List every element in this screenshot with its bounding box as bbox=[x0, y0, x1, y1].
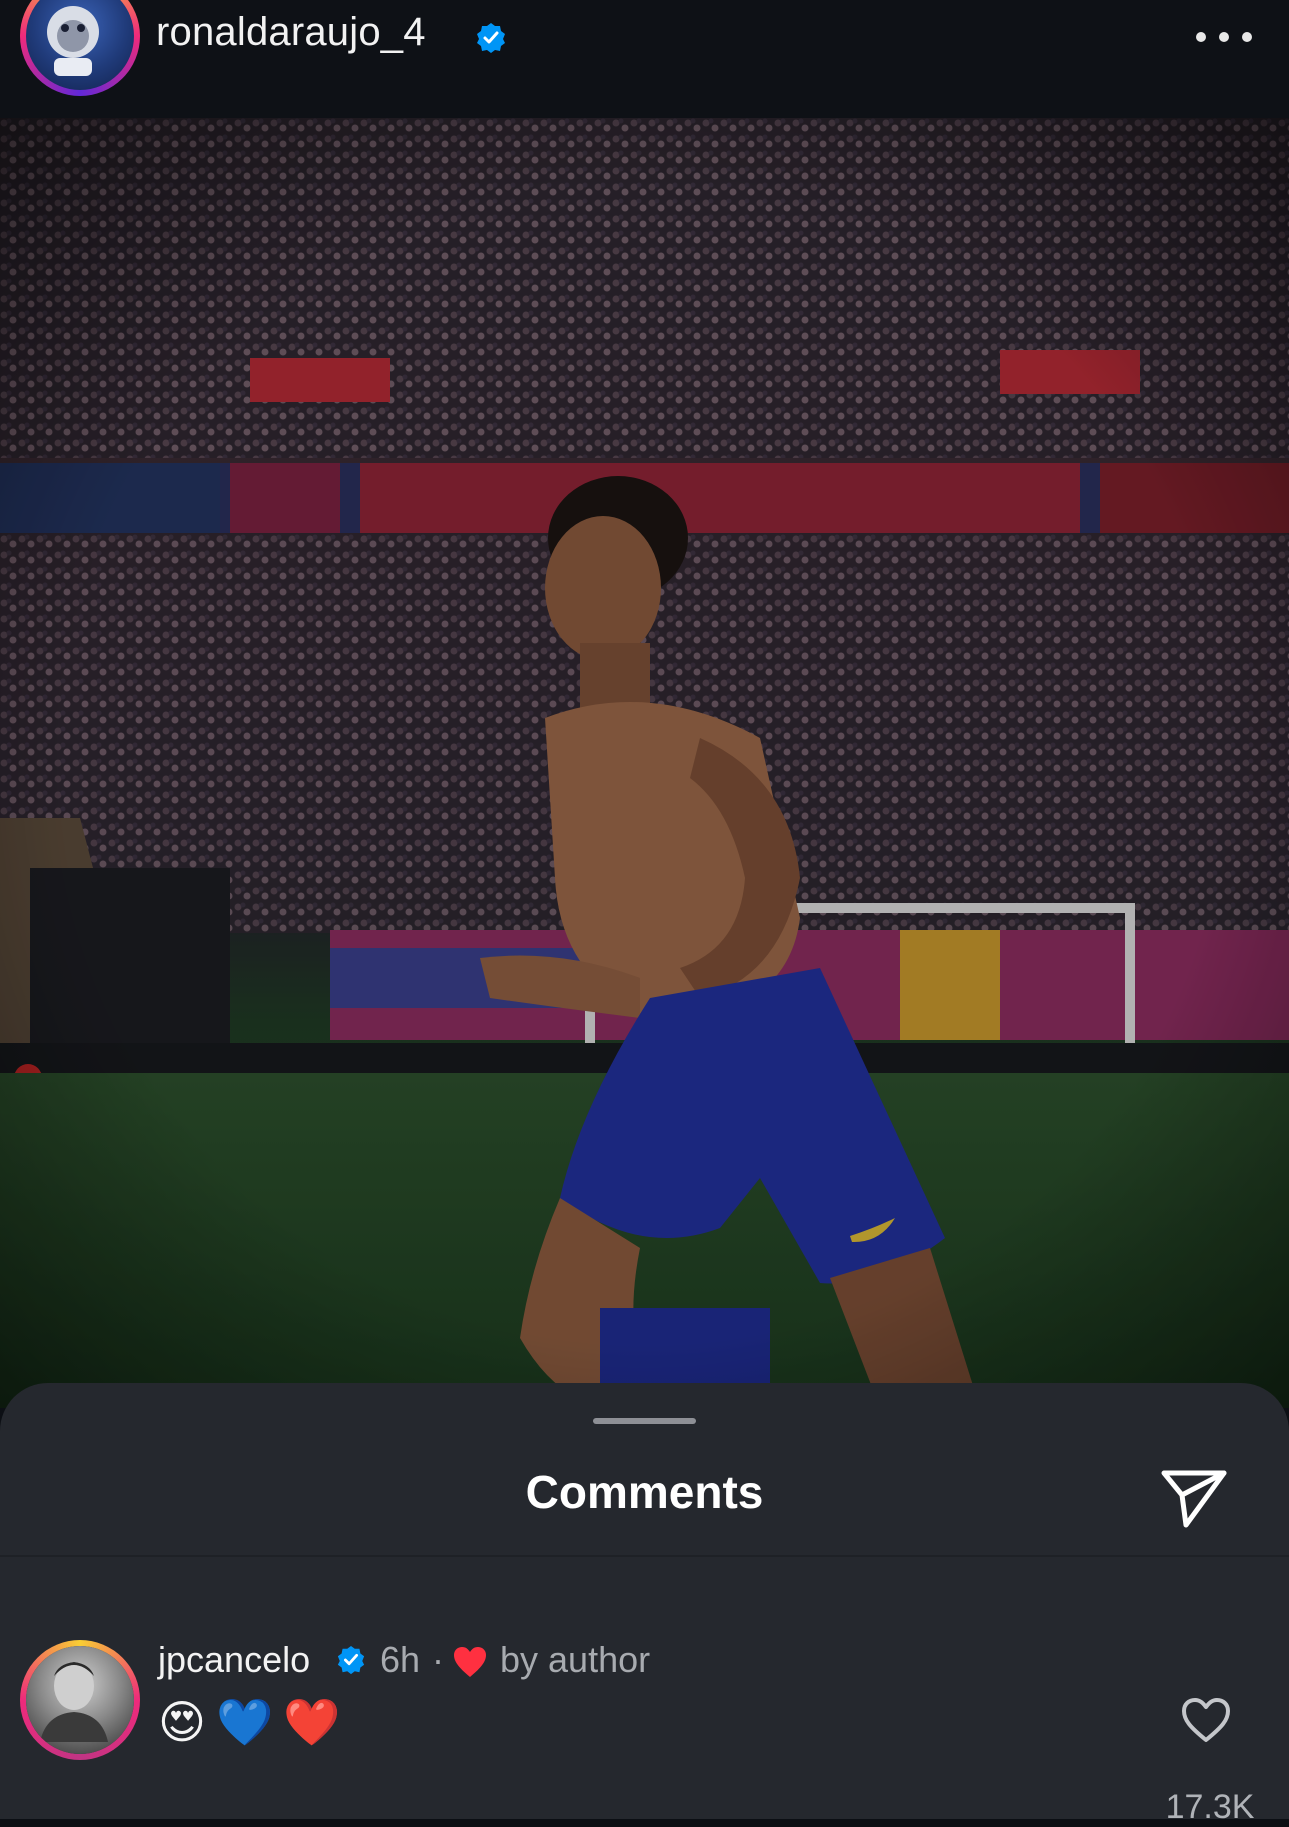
more-horizontal-icon[interactable] bbox=[1196, 22, 1252, 52]
comment-username[interactable]: jpcancelo bbox=[158, 1639, 310, 1681]
post-photo[interactable] bbox=[0, 118, 1289, 1408]
avatar-image bbox=[26, 0, 134, 90]
like-count: 17.3K bbox=[1165, 1788, 1255, 1826]
comments-title: Comments bbox=[525, 1466, 764, 1518]
more-dot bbox=[1242, 32, 1252, 42]
sheet-grabber[interactable] bbox=[593, 1418, 696, 1424]
football-player-photo bbox=[0, 118, 1289, 1408]
post-username[interactable]: ronaldaraujo_4 bbox=[156, 10, 426, 55]
more-dot bbox=[1196, 32, 1206, 42]
comment-time: 6h bbox=[380, 1639, 421, 1680]
gorilla-icon bbox=[47, 6, 99, 76]
more-dot bbox=[1219, 32, 1229, 42]
comments-sheet: Comments jpcancelo 6h · by author 😍💙❤️ 1… bbox=[0, 1383, 1289, 1826]
heart-outline-icon[interactable] bbox=[1180, 1696, 1232, 1744]
separator-dot: · bbox=[432, 1639, 444, 1680]
profile-avatar[interactable] bbox=[20, 0, 140, 96]
avatar-image bbox=[26, 1646, 134, 1754]
person-portrait-icon bbox=[40, 1662, 108, 1742]
verified-badge-icon bbox=[477, 23, 505, 53]
verified-badge-icon bbox=[337, 1645, 365, 1675]
heart-filled-icon bbox=[454, 1647, 486, 1677]
sheet-divider bbox=[0, 1555, 1289, 1557]
liked-by-author-label: by author bbox=[500, 1639, 651, 1680]
post-header: ronaldaraujo_4 bbox=[0, 0, 1289, 118]
comment-avatar[interactable] bbox=[20, 1640, 140, 1760]
comment-text: 😍💙❤️ bbox=[158, 1696, 351, 1748]
paper-plane-icon[interactable] bbox=[1160, 1461, 1228, 1529]
